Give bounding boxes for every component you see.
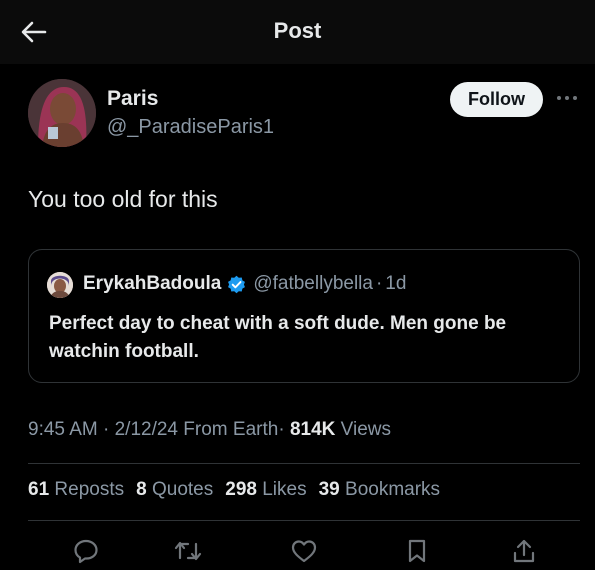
bookmark-icon [408,539,426,563]
page-title: Post [273,18,322,43]
quote-handle[interactable]: @fatbellybella [253,273,373,295]
more-options-button[interactable] [553,88,581,108]
verified-badge-icon [227,275,246,294]
post-time[interactable]: 9:45 AM [28,419,98,440]
follow-button[interactable]: Follow [450,82,543,117]
quote-avatar-photo [47,272,73,298]
stat-reposts[interactable]: 61 Reposts [28,479,124,501]
repost-icon [174,541,202,561]
stat-bookmarks[interactable]: 39 Bookmarks [319,479,440,501]
post-text: You too old for this [28,186,218,212]
engagement-stats: 61 Reposts 8 Quotes 298 Likes 39 Bookmar… [28,479,440,501]
quote-separator: · [375,273,383,294]
share-icon [513,539,535,563]
quotes-label: Quotes [151,479,214,500]
quote-time[interactable]: 1d [385,273,406,295]
likes-count: 298 [225,479,257,500]
divider [28,520,580,521]
post-date[interactable]: 2/12/24 [115,419,178,440]
views-label: Views [340,419,391,440]
more-options-icon [557,96,577,100]
quote-author-row: ErykahBadoula @fatbellybella · 1d [83,273,406,295]
reposts-count: 61 [28,479,50,500]
author-handle[interactable]: @_ParadiseParis1 [107,116,274,139]
quote-avatar [47,272,73,298]
reposts-label: Reposts [54,479,125,500]
bookmarks-count: 39 [318,479,340,500]
views-count: 814K [289,419,336,440]
bookmark-button[interactable] [402,536,432,566]
meta-separator: · [103,419,110,440]
meta-separator: · [278,419,285,440]
top-bar: Post [0,0,595,64]
divider [28,463,580,464]
share-button[interactable] [509,536,539,566]
author-display-name[interactable]: Paris [107,87,158,111]
likes-label: Likes [262,479,307,500]
quote-text: Perfect day to cheat with a soft dude. M… [49,313,507,362]
stat-likes[interactable]: 298 Likes [225,479,306,501]
reply-icon [74,539,98,564]
bookmarks-label: Bookmarks [345,479,441,500]
stat-quotes[interactable]: 8 Quotes [136,479,213,501]
like-button[interactable] [289,536,319,566]
like-icon [291,540,317,563]
avatar[interactable] [28,79,96,147]
quote-display-name[interactable]: ErykahBadoula [83,273,221,295]
quotes-count: 8 [136,479,147,500]
post-meta: 9:45 AM · 2/12/24 From Earth· 814K Views [28,419,391,441]
quoted-post[interactable]: ErykahBadoula @fatbellybella · 1d Perfec… [28,249,580,383]
avatar-photo [28,79,96,147]
reply-button[interactable] [71,536,101,566]
post-source: From Earth [183,419,279,440]
repost-button[interactable] [173,536,203,566]
